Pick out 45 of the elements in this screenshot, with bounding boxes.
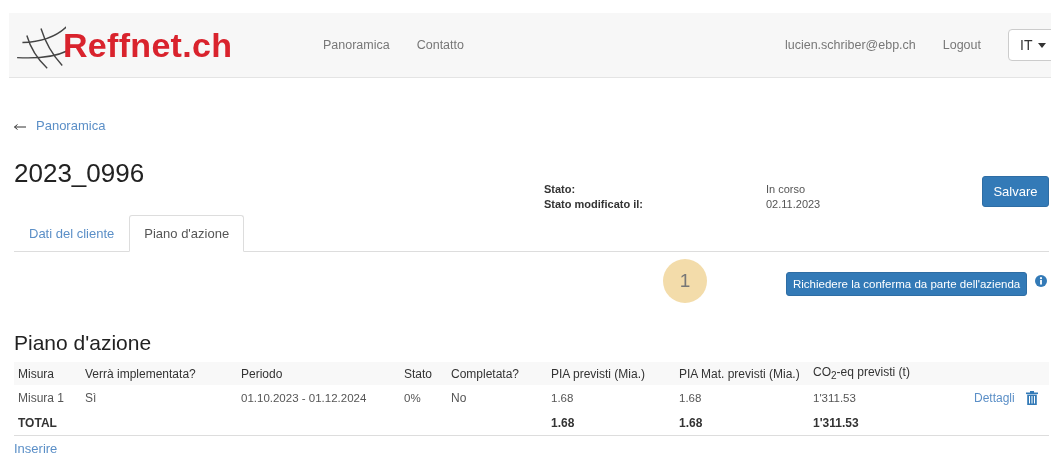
table-cell: 1'311.53: [813, 392, 856, 404]
globe-lines-icon: [16, 24, 66, 70]
back-link[interactable]: Panoramica: [14, 118, 106, 133]
status-label: Stato modificato il:: [544, 197, 644, 212]
status-value: 02.11.2023: [766, 197, 822, 212]
total-value: 1.68: [679, 416, 703, 430]
status-label: Stato:: [544, 182, 577, 197]
table-cell: No: [451, 391, 467, 405]
add-link[interactable]: Inserire: [14, 441, 58, 456]
column-header: CO$_{2}$-eq previsti (t): [813, 365, 910, 380]
column-header: Verrà implementata?: [85, 366, 196, 381]
total-value: 1.68: [551, 416, 575, 430]
tab[interactable]: Dati del cliente: [14, 215, 130, 252]
table-cell: 1.68: [679, 392, 702, 404]
info-icon[interactable]: [1035, 275, 1048, 287]
column-header: PIA Mat. previsti (Mia.): [679, 366, 800, 381]
table-cell: 1.68: [551, 392, 574, 404]
column-header: Misura: [18, 366, 54, 381]
save-button[interactable]: Salvare: [982, 176, 1049, 207]
table-cell: Misura 1: [18, 391, 64, 405]
column-header: Completata?: [451, 366, 520, 381]
table-cell: Sì: [85, 391, 97, 405]
brand-logo[interactable]: Reffnet.ch: [63, 25, 233, 65]
status-value: In corso: [766, 182, 807, 197]
section-title: Piano d'azione: [14, 330, 153, 356]
details-link[interactable]: Dettagli: [974, 391, 1015, 405]
user-email[interactable]: lucien.schriber@ebp.ch: [784, 38, 916, 52]
nav-link[interactable]: Contatto: [416, 38, 464, 52]
table-cell: 01.10.2023 - 01.12.2024: [241, 392, 367, 404]
column-header: PIA previsti (Mia.): [551, 366, 646, 381]
total-label: TOTAL: [18, 416, 57, 430]
tab[interactable]: Piano d'azione: [129, 215, 245, 252]
column-header: Periodo: [241, 366, 283, 381]
step-badge: 1: [663, 258, 707, 303]
column-header: Stato: [404, 366, 433, 381]
language-dropdown[interactable]: IT: [1008, 29, 1051, 61]
request-confirmation-button[interactable]: Richiedere la conferma da parte dell'azienda: [786, 271, 1028, 296]
page-title: 2023_0996: [14, 158, 146, 188]
nav-link[interactable]: Panoramica: [323, 38, 390, 52]
logout-link[interactable]: Logout: [942, 38, 981, 52]
total-value: 1'311.53: [813, 416, 859, 430]
back-arrow-icon: [14, 123, 26, 130]
caret-icon: [1038, 42, 1047, 48]
trash-icon[interactable]: [1025, 391, 1038, 405]
table-cell: 0%: [404, 392, 421, 404]
